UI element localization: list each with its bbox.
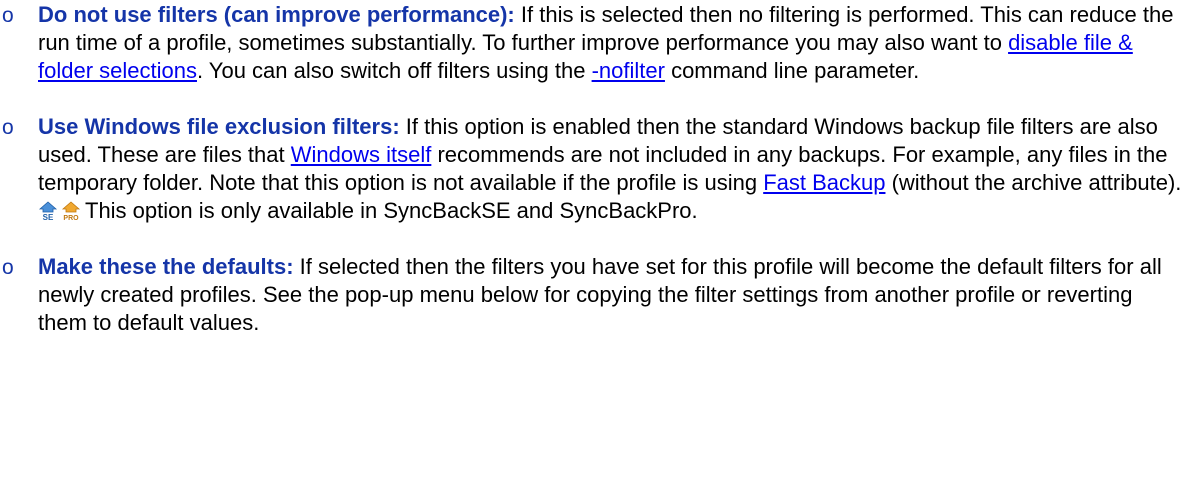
bullet-glyph: o bbox=[2, 4, 14, 27]
term-heading: Do not use filters (can improve performa… bbox=[38, 2, 515, 27]
svg-text:PRO: PRO bbox=[63, 215, 79, 221]
bullet: o bbox=[0, 253, 38, 282]
item-text: command line parameter. bbox=[664, 58, 920, 83]
item-body: Use Windows file exclusion filters: If t… bbox=[38, 113, 1197, 225]
list-item-do-not-use-filters: o Do not use filters (can improve perfor… bbox=[0, 1, 1197, 85]
availability-note: This option is only available in SyncBac… bbox=[85, 198, 698, 223]
edition-icons: SE PRO bbox=[38, 201, 81, 221]
help-document: o Do not use filters (can improve perfor… bbox=[0, 0, 1197, 337]
se-edition-icon: SE bbox=[38, 201, 58, 221]
item-body: Make these the defaults: If selected the… bbox=[38, 253, 1197, 337]
item-text: . You can also switch off filters using … bbox=[196, 58, 592, 83]
list-item-windows-exclusion-filters: o Use Windows file exclusion filters: If… bbox=[0, 113, 1197, 225]
term-heading: Use Windows file exclusion filters: bbox=[38, 114, 400, 139]
link-windows-itself[interactable]: Windows itself bbox=[291, 142, 432, 167]
term-heading: Make these the defaults: bbox=[38, 254, 294, 279]
bullet-glyph: o bbox=[2, 256, 14, 279]
link-fast-backup[interactable]: Fast Backup bbox=[763, 170, 885, 195]
bullet: o bbox=[0, 1, 38, 30]
item-text: (without the archive attribute). bbox=[885, 170, 1182, 195]
bullet: o bbox=[0, 113, 38, 142]
list-item-make-defaults: o Make these the defaults: If selected t… bbox=[0, 253, 1197, 337]
bullet-glyph: o bbox=[2, 116, 14, 139]
pro-edition-icon: PRO bbox=[61, 201, 81, 221]
link-nofilter[interactable]: -nofilter bbox=[592, 58, 665, 83]
svg-text:SE: SE bbox=[43, 213, 54, 221]
item-body: Do not use filters (can improve performa… bbox=[38, 1, 1197, 85]
